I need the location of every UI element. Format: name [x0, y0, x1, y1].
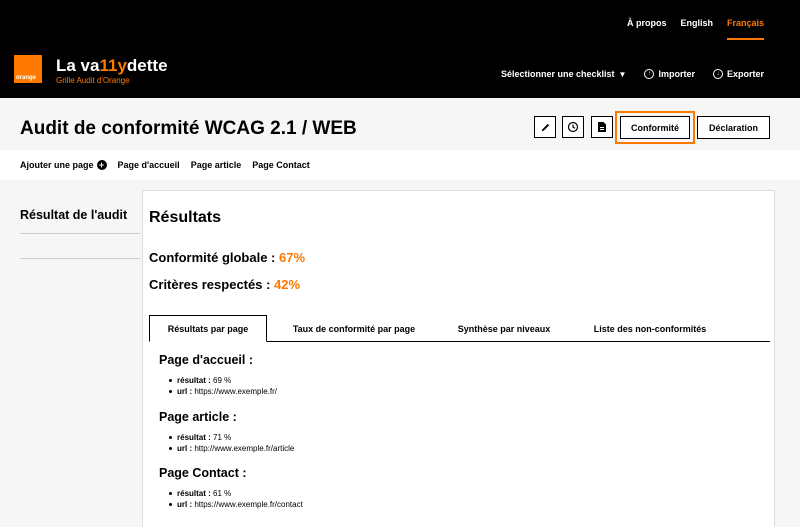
download-icon: ↓: [712, 69, 723, 79]
page-result-url: url : http://www.exemple.fr/article: [169, 443, 294, 454]
global-conformity-value: 67%: [279, 250, 306, 265]
url-value: https://www.exemple.fr/: [192, 387, 278, 396]
site-header: À propos English Français orange La va11…: [0, 0, 800, 98]
result-value: 69 %: [210, 376, 232, 385]
tab-results-per-page[interactable]: Résultats par page: [149, 315, 267, 342]
edit-button[interactable]: [534, 116, 556, 138]
import-button[interactable]: ↑ Importer: [644, 69, 695, 79]
logo-text: orange: [16, 75, 37, 81]
page-title: Audit de conformité WCAG 2.1 / WEB: [20, 118, 357, 139]
page-result-title: Page article :: [159, 410, 237, 424]
page-result-list: résultat : 61 % url : https://www.exempl…: [159, 488, 303, 510]
page-result-title: Page d'accueil :: [159, 353, 253, 367]
criteria-respected-value: 42%: [274, 277, 301, 292]
page-result-title: Page Contact :: [159, 466, 247, 480]
about-link[interactable]: À propos: [627, 18, 667, 40]
criteria-respected-label: Critères respectés :: [149, 277, 275, 292]
pencil-icon: [541, 123, 549, 131]
french-link[interactable]: Français: [726, 18, 764, 40]
caret-down-icon: ▼: [618, 69, 627, 79]
select-checklist-button[interactable]: Sélectionner une checklist ▼: [501, 69, 626, 79]
history-button[interactable]: [562, 116, 584, 138]
english-link[interactable]: English: [680, 18, 713, 40]
document-button[interactable]: [591, 116, 613, 138]
criteria-respected: Critères respectés : 42%: [149, 277, 300, 292]
add-page-button[interactable]: Ajouter une page +: [20, 160, 107, 170]
global-conformity: Conformité globale : 67%: [149, 250, 305, 265]
url-value: https://www.exemple.fr/contact: [192, 500, 303, 509]
page-subnav: Ajouter une page + Page d'accueil Page a…: [0, 150, 800, 180]
subnav-item-contact[interactable]: Page Contact: [252, 160, 310, 170]
url-label: url :: [177, 444, 193, 453]
sidebar-divider: [20, 233, 140, 234]
sidebar-divider: [20, 258, 140, 259]
conformite-button[interactable]: Conformité: [615, 111, 695, 144]
app-title-part-b: 11y: [99, 56, 127, 75]
document-icon: [598, 122, 606, 132]
orange-logo[interactable]: orange: [14, 55, 42, 83]
history-icon: [567, 121, 579, 133]
add-page-label: Ajouter une page: [20, 160, 94, 170]
app-title-part-c: dette: [126, 56, 168, 75]
url-label: url :: [177, 387, 193, 396]
app-subtitle: Grille Audit d'Orange: [56, 76, 130, 85]
subnav-item-home[interactable]: Page d'accueil: [118, 160, 180, 170]
page-result-score: résultat : 69 %: [169, 375, 277, 386]
app-title[interactable]: La va11ydette: [56, 56, 168, 76]
result-label: résultat :: [177, 489, 211, 498]
page-result-url: url : https://www.exemple.fr/contact: [169, 499, 303, 510]
page-result-list: résultat : 71 % url : http://www.exemple…: [159, 432, 294, 454]
select-checklist-label: Sélectionner une checklist: [501, 69, 615, 79]
url-value: http://www.exemple.fr/article: [192, 444, 295, 453]
language-nav: À propos English Français: [627, 18, 764, 40]
page-result-list: résultat : 69 % url : https://www.exempl…: [159, 375, 277, 397]
result-label: résultat :: [177, 376, 211, 385]
sidebar-item-audit-result[interactable]: Résultat de l'audit: [20, 208, 127, 222]
results-panel: Résultats Conformité globale : 67% Critè…: [142, 190, 775, 527]
page-result-block: Page article : résultat : 71 % url : htt…: [159, 410, 294, 454]
page-result-url: url : https://www.exemple.fr/: [169, 386, 277, 397]
result-value: 71 %: [210, 433, 232, 442]
result-label: résultat :: [177, 433, 211, 442]
header-actions: Sélectionner une checklist ▼ ↑ Importer …: [501, 69, 764, 79]
global-conformity-label: Conformité globale :: [149, 250, 279, 265]
export-label: Exporter: [726, 69, 764, 79]
tab-non-conformities-list[interactable]: Liste des non-conformités: [567, 315, 733, 342]
declaration-button[interactable]: Déclaration: [697, 116, 770, 139]
page-result-score: résultat : 71 %: [169, 432, 294, 443]
tab-conformity-rate-per-page[interactable]: Taux de conformité par page: [267, 315, 441, 342]
results-title: Résultats: [149, 209, 222, 226]
subnav-item-article[interactable]: Page article: [191, 160, 242, 170]
export-button[interactable]: ↓ Exporter: [712, 69, 764, 79]
upload-icon: ↑: [644, 69, 655, 79]
import-label: Importer: [658, 69, 695, 79]
tab-summary-by-level[interactable]: Synthèse par niveaux: [441, 315, 567, 342]
page-result-block: Page Contact : résultat : 61 % url : htt…: [159, 466, 303, 510]
results-tabs: Résultats par page Taux de conformité pa…: [149, 315, 770, 342]
page-result-block: Page d'accueil : résultat : 69 % url : h…: [159, 353, 277, 397]
page-result-score: résultat : 61 %: [169, 488, 303, 499]
result-value: 61 %: [210, 489, 232, 498]
url-label: url :: [177, 500, 193, 509]
app-title-part-a: La va: [56, 56, 100, 75]
plus-icon: +: [96, 160, 107, 170]
